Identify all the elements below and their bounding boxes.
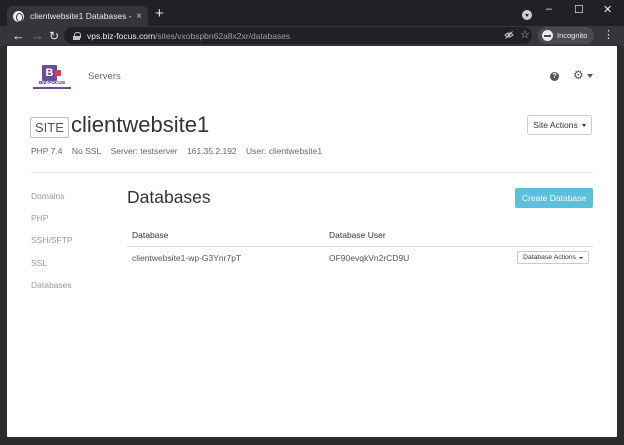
globe-icon — [13, 10, 24, 22]
forward-arrow-icon[interactable]: → — [31, 27, 44, 45]
sidebar-item-ssh-sftp[interactable]: SSH/SFTP — [31, 234, 73, 256]
browser-menu-icon[interactable]: ⋮ — [603, 29, 614, 41]
create-database-button[interactable]: Create Database — [515, 188, 593, 208]
sidebar-item-domains[interactable]: Domains — [31, 190, 73, 212]
url-path: /sites/vxobspbn62a8x2xr/databases — [155, 30, 291, 41]
sidebar-item-ssl[interactable]: SSL — [31, 257, 73, 279]
maximize-button[interactable]: ☐ — [574, 3, 584, 16]
database-user: OF90evqkVn2rCD9U — [329, 253, 410, 263]
biz-focus-logo[interactable]: B BIZ-FOCUS — [33, 65, 71, 89]
database-name: clientwebsite1-wp-G3Ynr7pT — [132, 253, 242, 263]
tab-title: clientwebsite1 Databases - Biz-F — [30, 11, 132, 21]
site-actions-button[interactable]: Site Actions — [527, 115, 592, 135]
minimize-button[interactable]: – — [546, 3, 552, 15]
logo-text: BIZ-FOCUS — [38, 81, 66, 86]
section-title: Databases — [127, 187, 211, 207]
url-host: vps.biz-focus.com — [87, 30, 156, 41]
lock-icon — [73, 31, 81, 40]
reload-icon[interactable]: ↻ — [49, 27, 59, 45]
server-name: Server: testserver — [110, 146, 178, 156]
column-header-database-user: Database User — [329, 230, 386, 240]
page-content: B BIZ-FOCUS Servers ? ⚙ SITE clientwebsi… — [7, 46, 617, 437]
php-version: PHP 7.4 — [31, 146, 63, 156]
eye-off-icon[interactable] — [504, 30, 514, 40]
new-tab-button[interactable]: + — [155, 6, 164, 22]
ssl-status: No SSL — [71, 146, 102, 156]
servers-link[interactable]: Servers — [88, 71, 121, 82]
site-sidebar: Domains PHP SSH/SFTP SSL Databases — [31, 190, 73, 301]
incognito-icon — [542, 30, 553, 41]
logo-mark: B — [42, 65, 61, 81]
logo-underline — [33, 87, 71, 89]
table-header-divider — [127, 246, 593, 247]
page-title: clientwebsite1 — [71, 112, 210, 137]
bookmark-star-icon[interactable]: ☆ — [520, 28, 530, 41]
database-actions-label: Database Actions — [523, 254, 576, 261]
site-meta: PHP 7.4 No SSL Server: testserver 161.35… — [31, 146, 329, 156]
address-bar[interactable]: vps.biz-focus.com /sites/vxobspbn62a8x2x… — [64, 27, 532, 44]
window-bottom-edge — [0, 437, 624, 445]
chevron-down-icon — [581, 123, 586, 127]
ip-address: 161.35.2.192 — [187, 146, 237, 156]
sidebar-item-databases[interactable]: Databases — [31, 279, 73, 301]
close-window-button[interactable]: ✕ — [603, 3, 612, 16]
site-actions-label: Site Actions — [533, 120, 578, 130]
column-header-database: Database — [132, 230, 169, 240]
site-badge: SITE — [30, 117, 69, 138]
divider — [31, 172, 593, 173]
gear-icon[interactable]: ⚙ — [573, 68, 584, 82]
database-actions-button[interactable]: Database Actions — [517, 251, 589, 264]
tab-search-icon[interactable] — [522, 10, 532, 20]
chevron-down-icon[interactable] — [587, 74, 593, 78]
browser-titlebar: clientwebsite1 Databases - Biz-F × + – ☐… — [0, 0, 624, 26]
incognito-label: Incognito — [557, 31, 588, 40]
back-arrow-icon[interactable]: ← — [12, 27, 25, 45]
incognito-indicator[interactable]: Incognito — [538, 27, 594, 44]
browser-toolbar: ← → ↻ vps.biz-focus.com /sites/vxobspbn6… — [0, 26, 624, 46]
site-user: User: clientwebsite1 — [246, 146, 323, 156]
help-icon[interactable]: ? — [550, 72, 559, 81]
tab-close-icon[interactable]: × — [136, 11, 142, 22]
browser-tab[interactable]: clientwebsite1 Databases - Biz-F × — [7, 6, 148, 26]
chevron-down-icon — [578, 256, 583, 259]
sidebar-item-php[interactable]: PHP — [31, 212, 73, 234]
